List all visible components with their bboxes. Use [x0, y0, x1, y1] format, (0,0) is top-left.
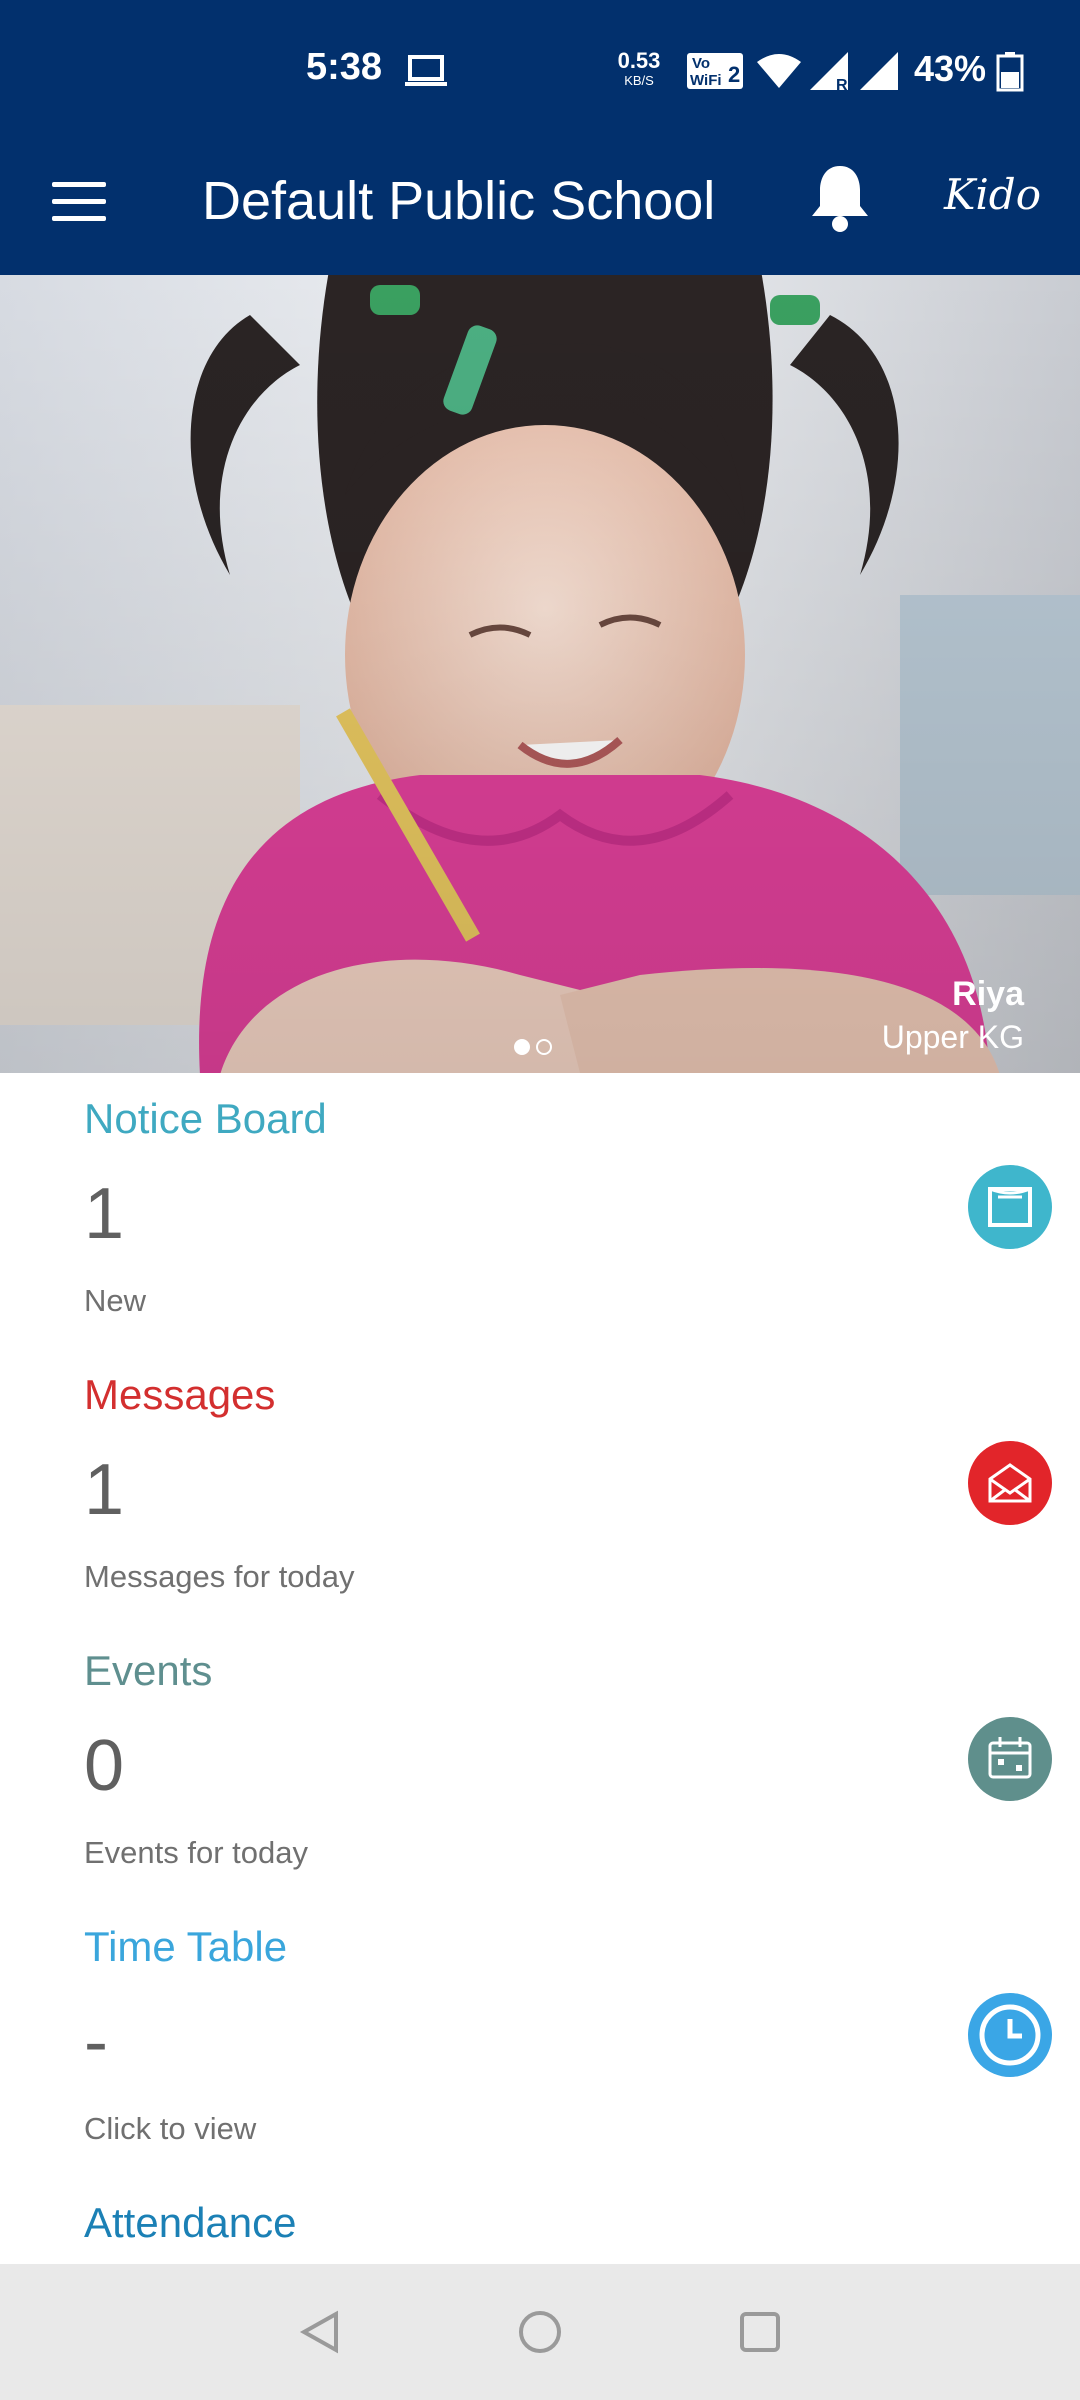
envelope-icon [968, 1441, 1052, 1525]
attendance-card[interactable]: Attendance [0, 2177, 1080, 2264]
card-title: Messages [84, 1371, 276, 1418]
status-time: 5:38 [306, 46, 383, 88]
network-speed-unit: KB/S [624, 73, 654, 88]
carousel-dot[interactable] [536, 1039, 552, 1055]
notification-bell-icon[interactable] [808, 162, 872, 239]
notice-board-card[interactable]: Notice Board 1 New [0, 1073, 1080, 1352]
school-title: Default Public School [202, 171, 716, 231]
card-title: Time Table [84, 1923, 288, 1970]
vowifi-icon: Vo WiFi 2 [686, 52, 744, 95]
network-speed-value: 0.53 [617, 48, 661, 73]
hamburger-menu-icon[interactable] [52, 182, 106, 222]
card-title: Attendance [84, 2199, 297, 2246]
card-value: 1 [84, 1174, 125, 1254]
student-name: Riya [952, 975, 1024, 1013]
signal-icon [858, 50, 902, 97]
status-bar: 5:38 0.53 KB/S Vo WiFi 2 R 43% [0, 0, 1080, 140]
card-subtitle: New [84, 1283, 147, 1318]
vowifi-top-label: Vo [692, 55, 710, 72]
card-subtitle: Messages for today [84, 1559, 355, 1594]
calendar-icon [968, 1717, 1052, 1801]
home-icon[interactable] [516, 2308, 564, 2361]
events-card[interactable]: Events 0 Events for today [0, 1625, 1080, 1904]
system-nav-bar [0, 2264, 1080, 2400]
student-class: Upper KG [881, 1019, 1024, 1055]
notice-board-icon [968, 1165, 1052, 1249]
card-value: 1 [84, 1450, 125, 1530]
card-subtitle: Events for today [84, 1835, 309, 1870]
messages-card[interactable]: Messages 1 Messages for today [0, 1349, 1080, 1628]
carousel-dot[interactable] [514, 1039, 530, 1055]
laptop-icon [404, 54, 448, 93]
kido-logo: Kido [944, 170, 1041, 219]
back-icon[interactable] [296, 2308, 344, 2361]
card-subtitle: Click to view [84, 2111, 257, 2146]
wifi-icon [756, 52, 802, 95]
student-carousel[interactable]: Riya Upper KG [0, 275, 1080, 1073]
card-title: Notice Board [84, 1095, 327, 1142]
card-title: Events [84, 1647, 213, 1694]
battery-icon [996, 52, 1024, 97]
battery-percent: 43% [914, 48, 987, 89]
network-speed: 0.53 KB/S [612, 48, 666, 88]
card-value: - [84, 2002, 108, 2082]
student-photo [0, 275, 1080, 1073]
vowifi-bottom-label: WiFi [690, 72, 722, 89]
card-value: 0 [84, 1726, 125, 1806]
vowifi-sim-label: 2 [728, 62, 740, 87]
clock-icon [968, 1993, 1052, 2077]
signal-roaming-icon: R [808, 50, 852, 97]
time-table-card[interactable]: Time Table - Click to view [0, 1901, 1080, 2180]
recent-apps-icon[interactable] [736, 2308, 784, 2361]
roaming-label: R [836, 77, 848, 92]
carousel-indicator [514, 1039, 558, 1060]
app-bar: Default Public School Kido [0, 140, 1080, 275]
